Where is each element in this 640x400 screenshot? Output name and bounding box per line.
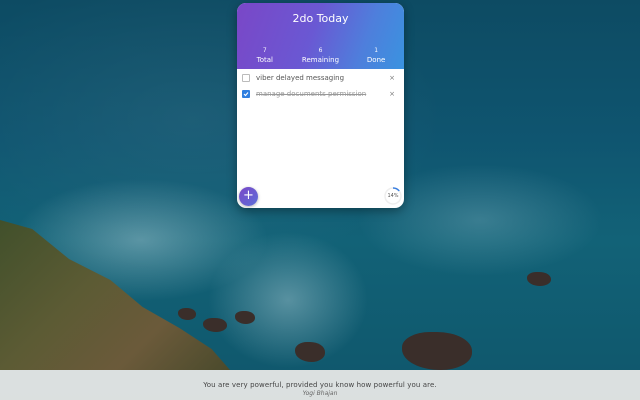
rock (527, 272, 551, 286)
quote-footer: You are very powerful, provided you know… (0, 370, 640, 400)
stat-total-label: Total (256, 56, 273, 64)
add-task-button[interactable]: + (239, 187, 258, 206)
todo-widget: 2do Today 7 Total 6 Remaining 1 Done vib… (237, 3, 404, 208)
stat-done[interactable]: 1 Done (351, 47, 401, 64)
widget-title: 2do Today (292, 12, 349, 25)
progress-percent: 14% (387, 193, 399, 199)
rock (295, 342, 325, 362)
rock (235, 311, 255, 324)
progress-ring: 14% (383, 186, 403, 206)
list-item: viber delayed messaging × (242, 72, 395, 84)
stat-remaining[interactable]: 6 Remaining (295, 47, 345, 64)
rock (203, 318, 227, 332)
stat-total[interactable]: 7 Total (240, 47, 290, 64)
delete-icon[interactable]: × (389, 74, 395, 82)
stat-remaining-label: Remaining (301, 56, 340, 64)
quote-text: You are very powerful, provided you know… (203, 381, 437, 389)
stat-remaining-count: 6 (318, 47, 323, 54)
delete-icon[interactable]: × (389, 90, 395, 98)
task-checkbox[interactable] (242, 74, 250, 82)
stat-total-count: 7 (262, 47, 267, 54)
widget-header: 2do Today 7 Total 6 Remaining 1 Done (237, 3, 404, 69)
stat-done-label: Done (366, 56, 386, 64)
quote-author: Yogi Bhajan (302, 390, 338, 397)
stats-bar: 7 Total 6 Remaining 1 Done (237, 47, 404, 64)
list-item: manage documents permission × (242, 88, 395, 100)
rock (402, 332, 472, 370)
checkmark-icon (243, 92, 249, 97)
task-label[interactable]: viber delayed messaging (256, 74, 389, 82)
stat-done-count: 1 (374, 47, 379, 54)
task-checkbox-checked[interactable] (242, 90, 250, 98)
task-label[interactable]: manage documents permission (256, 90, 389, 98)
coastal-cliff (0, 220, 230, 370)
rock (178, 308, 196, 320)
